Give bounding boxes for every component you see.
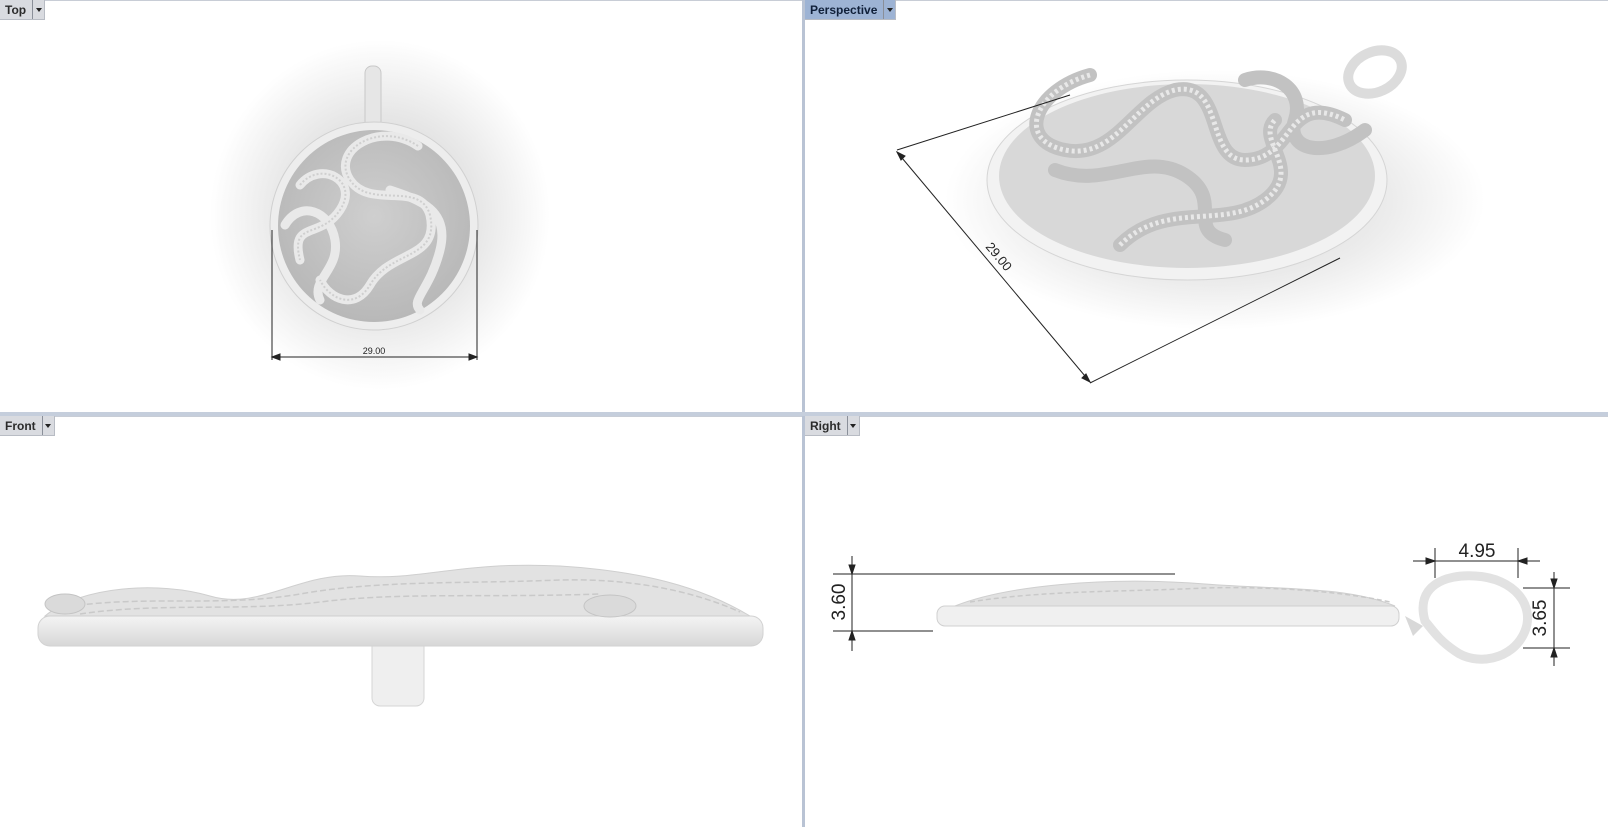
viewport-title: Right bbox=[810, 418, 841, 433]
pendant-base bbox=[936, 605, 1400, 627]
viewport-tab-front[interactable]: Front bbox=[0, 416, 55, 436]
viewport-title: Perspective bbox=[810, 2, 878, 17]
bail bbox=[364, 65, 382, 129]
viewport-tab-right[interactable]: Right bbox=[805, 416, 860, 436]
snakes bbox=[954, 580, 1396, 607]
viewport-title: Top bbox=[5, 2, 27, 17]
chevron-down-icon[interactable] bbox=[883, 0, 895, 19]
dimension-label-loop-width: 4.95 bbox=[1459, 541, 1496, 562]
pendant-base bbox=[37, 615, 764, 647]
dimension-label: 29.00 bbox=[363, 346, 386, 356]
snakes bbox=[43, 564, 752, 618]
viewport-front[interactable]: Front bbox=[0, 416, 802, 827]
chevron-down-icon[interactable] bbox=[32, 0, 44, 19]
viewport-divider-horizontal[interactable] bbox=[0, 412, 1608, 416]
viewport-title: Front bbox=[5, 418, 36, 433]
top-view-render: 29.00 bbox=[210, 40, 550, 390]
viewport-tab-top[interactable]: Top bbox=[0, 0, 46, 20]
dimension-label-loop-height: 3.65 bbox=[1530, 600, 1551, 637]
viewport-top[interactable]: 29.00 Top bbox=[0, 0, 802, 412]
right-view-render: 4.95 3.60 3.65 bbox=[829, 541, 1570, 666]
dimension-label-height: 3.60 bbox=[829, 584, 850, 621]
chevron-down-icon[interactable] bbox=[846, 416, 859, 435]
perspective-view-render: 29.00 bbox=[895, 45, 1485, 384]
viewport-perspective[interactable]: 29.00 Perspective bbox=[805, 0, 1608, 412]
front-view-render bbox=[37, 564, 764, 707]
bail bbox=[1418, 571, 1533, 664]
viewport-right[interactable]: 4.95 3.60 3.65 Right bbox=[805, 416, 1608, 827]
bail bbox=[1343, 45, 1407, 99]
viewport-tab-perspective[interactable]: Perspective bbox=[805, 0, 897, 20]
chevron-down-icon[interactable] bbox=[41, 416, 54, 435]
